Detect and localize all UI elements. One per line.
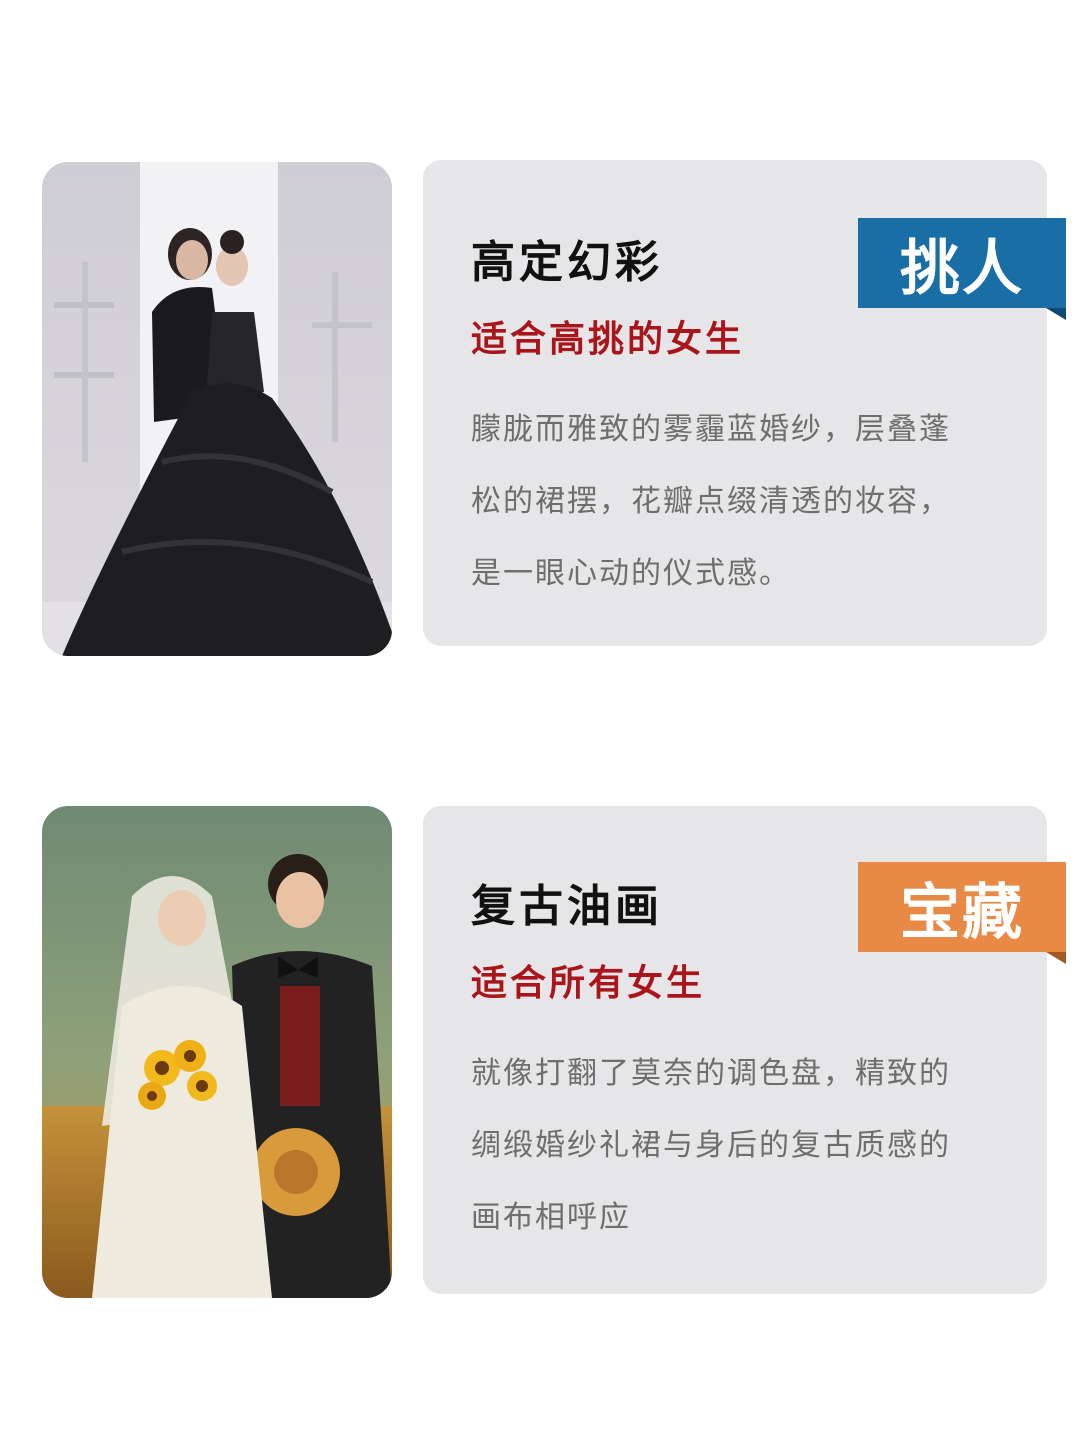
style-description: 就像打翻了莫奈的调色盘，精致的 绸缎婚纱礼裙与身后的复古质感的 画布相呼应 xyxy=(471,1038,1011,1254)
description-line: 就像打翻了莫奈的调色盘，精致的 xyxy=(471,1056,951,1091)
tag-badge: 宝藏 xyxy=(858,862,1066,952)
description-line: 画布相呼应 xyxy=(471,1200,631,1235)
wedding-photo-oil-painting[interactable] xyxy=(42,806,392,1298)
style-section-2: 复古油画 适合所有女生 就像打翻了莫奈的调色盘，精致的 绸缎婚纱礼裙与身后的复古… xyxy=(0,0,1080,1298)
badge-fold xyxy=(1046,952,1066,964)
target-audience: 适合所有女生 xyxy=(471,963,706,1004)
description-line: 绸缎婚纱礼裙与身后的复古质感的 xyxy=(471,1128,951,1163)
description-line: 是一眼心动的仪式感。 xyxy=(471,556,791,591)
style-title: 复古油画 xyxy=(471,881,663,932)
